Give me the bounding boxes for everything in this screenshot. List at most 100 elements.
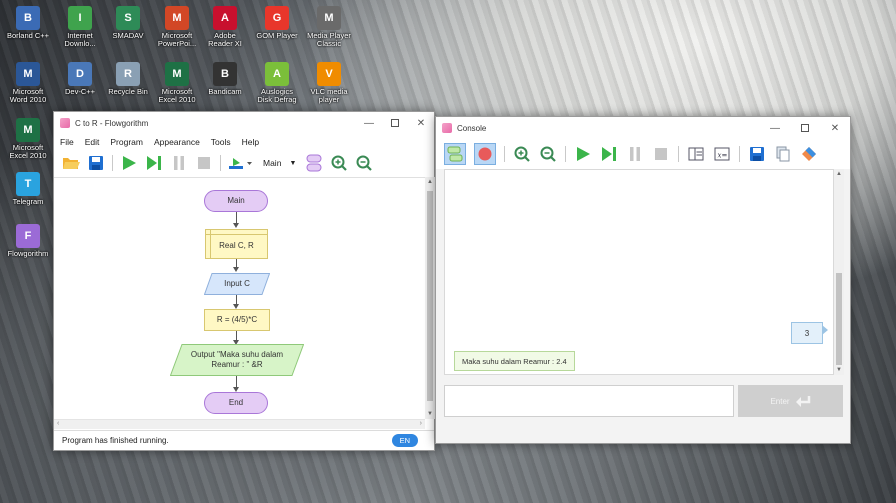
- play-icon: [577, 147, 590, 161]
- run-button[interactable]: [120, 154, 138, 172]
- console-output-area[interactable]: 3 Maka suhu dalam Reamur : 2.4: [444, 169, 834, 375]
- scroll-up-icon[interactable]: ▲: [834, 171, 844, 177]
- maximize-icon: [391, 119, 399, 127]
- console-input-field[interactable]: [444, 385, 734, 417]
- add-function-button[interactable]: [305, 154, 323, 172]
- maximize-button[interactable]: [382, 112, 408, 134]
- desktop-icon[interactable]: M Microsoft Excel 2010: [153, 62, 201, 104]
- start-shape[interactable]: Main: [204, 190, 268, 212]
- console-save-button[interactable]: [748, 145, 766, 163]
- close-button[interactable]: ✕: [408, 112, 434, 134]
- menu-file[interactable]: File: [60, 137, 74, 147]
- function-select[interactable]: Main ▼: [261, 158, 298, 168]
- desktop-icon[interactable]: S SMADAV: [104, 6, 152, 40]
- menu-tools[interactable]: Tools: [211, 137, 231, 147]
- desktop-icon[interactable]: M Microsoft PowerPoi...: [153, 6, 201, 48]
- stop-button[interactable]: [195, 154, 213, 172]
- flowchart-vertical-scrollbar[interactable]: ▲ ▼: [425, 177, 435, 419]
- auslogics-icon: A: [265, 62, 289, 86]
- console-layout-button[interactable]: [687, 145, 705, 163]
- desktop-icon-label: Flowgorithm: [7, 249, 49, 258]
- idm-icon: I: [68, 6, 92, 30]
- save-button[interactable]: [87, 154, 105, 172]
- assign-shape[interactable]: R = (4/5)*C: [204, 309, 270, 331]
- console-window: Console — ✕ x= 3 Maka suhu dalam Reamur …: [435, 116, 851, 444]
- flowgorithm-toolbar: Main ▼: [54, 150, 434, 176]
- console-pause-button[interactable]: [626, 145, 644, 163]
- console-scroll-thumb[interactable]: [836, 273, 842, 365]
- end-shape[interactable]: End: [204, 392, 268, 414]
- input-shape[interactable]: Input C: [204, 273, 270, 295]
- enter-button[interactable]: Enter: [738, 385, 843, 417]
- console-maximize-button[interactable]: [790, 117, 820, 139]
- desktop-icon[interactable]: M Microsoft Excel 2010: [4, 118, 52, 160]
- scroll-left-icon[interactable]: ‹: [57, 420, 59, 427]
- flowgorithm-window: C to R - Flowgorithm — ✕ File Edit Progr…: [53, 111, 435, 451]
- zoom-in-button[interactable]: [330, 154, 348, 172]
- pause-icon: [174, 156, 184, 170]
- flowchart-horizontal-scrollbar[interactable]: ‹ ›: [54, 419, 425, 429]
- console-run-button[interactable]: [574, 145, 592, 163]
- menu-program[interactable]: Program: [110, 137, 143, 147]
- user-input-value: 3: [804, 328, 810, 338]
- scroll-right-icon[interactable]: ›: [420, 420, 422, 427]
- folder-open-icon: [63, 158, 80, 169]
- desktop-icon[interactable]: M Media Player Classic: [305, 6, 353, 48]
- step-button[interactable]: [145, 154, 163, 172]
- console-zoom-out-button[interactable]: [539, 145, 557, 163]
- open-button[interactable]: [62, 154, 80, 172]
- console-copy-button[interactable]: [774, 145, 792, 163]
- desktop-icon[interactable]: B Bandicam: [201, 62, 249, 96]
- end-shape-label: End: [228, 398, 244, 407]
- console-close-button[interactable]: ✕: [820, 117, 850, 139]
- desktop-icon[interactable]: R Recycle Bin: [104, 62, 152, 96]
- desktop-icon[interactable]: B Borland C++: [4, 6, 52, 40]
- start-shape-label: Main: [227, 196, 245, 205]
- desktop-icon[interactable]: G GOM Player: [253, 6, 301, 40]
- desktop-icon-label: Microsoft Excel 2010: [158, 87, 196, 104]
- console-minimize-button[interactable]: —: [760, 117, 790, 139]
- maximize-icon: [801, 124, 809, 132]
- svg-text:x=: x=: [718, 152, 728, 160]
- output-shape[interactable]: Output "Maka suhu dalam Reamur : " &R: [170, 344, 304, 376]
- zoom-in-icon: [514, 146, 530, 162]
- desktop-icon[interactable]: A Adobe Reader XI: [201, 6, 249, 48]
- zoom-out-button[interactable]: [355, 154, 373, 172]
- flowchart-scroll-thumb[interactable]: [427, 191, 433, 401]
- desktop-icon[interactable]: F Flowgorithm: [4, 224, 52, 258]
- desktop-icon[interactable]: M Microsoft Word 2010: [4, 62, 52, 104]
- output-shape-label-line1: Output "Maka suhu dalam: [190, 350, 284, 359]
- desktop-icon[interactable]: V VLC media player: [305, 62, 353, 104]
- desktop-icon[interactable]: A Auslogics Disk Defrag: [253, 62, 301, 104]
- pause-button[interactable]: [170, 154, 188, 172]
- desktop-icon[interactable]: I Internet Downlo...: [56, 6, 104, 48]
- flowchart-canvas[interactable]: Main Real C, R Input C R = (4/5)*C Outpu…: [54, 177, 425, 419]
- desktop-icon-label: GOM Player: [256, 31, 298, 40]
- scroll-down-icon[interactable]: ▼: [834, 367, 844, 373]
- scroll-down-icon[interactable]: ▼: [425, 411, 435, 417]
- console-step-button[interactable]: [600, 145, 618, 163]
- console-zoom-in-button[interactable]: [513, 145, 531, 163]
- console-titlebar[interactable]: Console — ✕: [436, 117, 850, 139]
- menu-help[interactable]: Help: [242, 137, 259, 147]
- run-speed-button[interactable]: [228, 154, 254, 172]
- console-variables-button[interactable]: x=: [713, 145, 731, 163]
- desktop-icon[interactable]: T Telegram: [4, 172, 52, 206]
- language-badge[interactable]: EN: [391, 434, 418, 447]
- menu-edit[interactable]: Edit: [85, 137, 100, 147]
- console-clear-button[interactable]: [800, 145, 818, 163]
- console-view-toggle-button[interactable]: [444, 143, 466, 165]
- console-vertical-scrollbar[interactable]: ▲ ▼: [834, 169, 844, 375]
- flowgorithm-titlebar[interactable]: C to R - Flowgorithm — ✕: [54, 112, 434, 134]
- console-input-row: Enter: [436, 379, 850, 423]
- menu-appearance[interactable]: Appearance: [154, 137, 200, 147]
- flowgorithm-menubar: File Edit Program Appearance Tools Help: [54, 134, 434, 150]
- declare-shape[interactable]: Real C, R: [205, 229, 268, 259]
- console-stop-button[interactable]: [652, 145, 670, 163]
- desktop-icon-label: Internet Downlo...: [64, 31, 96, 48]
- desktop-icon-label: Adobe Reader XI: [208, 31, 242, 48]
- minimize-button[interactable]: —: [356, 112, 382, 134]
- scroll-up-icon[interactable]: ▲: [425, 179, 435, 185]
- desktop-icon[interactable]: D Dev-C++: [56, 62, 104, 96]
- console-record-button[interactable]: [474, 143, 496, 165]
